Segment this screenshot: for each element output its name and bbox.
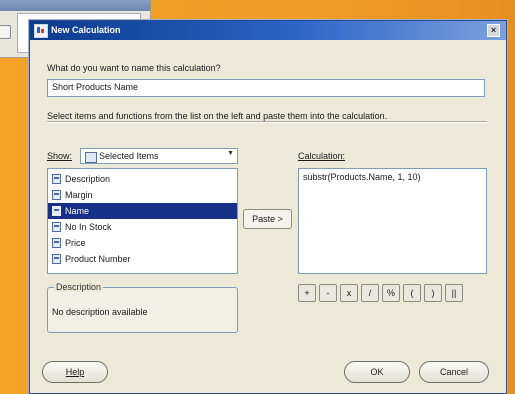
description-text: No description available [52, 307, 148, 317]
item-icon [52, 174, 61, 184]
dialog-title: New Calculation [51, 25, 121, 35]
calculation-textarea[interactable]: substr(Products.Name, 1, 10) [298, 168, 487, 274]
new-calculation-dialog: New Calculation × What do you want to na… [29, 20, 507, 394]
list-item[interactable]: Price [48, 235, 237, 251]
chevron-down-icon[interactable]: ▼ [227, 150, 234, 157]
item-icon [52, 190, 61, 200]
item-icon [52, 222, 61, 232]
list-item[interactable]: Margin [48, 187, 237, 203]
operator-button[interactable]: ) [424, 284, 442, 302]
operator-button[interactable]: || [445, 284, 463, 302]
help-button[interactable]: Help [42, 361, 108, 383]
calculation-label: Calculation: [298, 151, 346, 161]
list-item-label: No In Stock [65, 222, 112, 232]
background-window-button [0, 25, 11, 39]
operator-button[interactable]: + [298, 284, 316, 302]
list-item[interactable]: Product Number [48, 251, 237, 267]
item-icon [52, 206, 61, 216]
description-group: Description No description available [47, 282, 238, 333]
item-icon [52, 238, 61, 248]
show-dropdown-value: Selected Items [99, 151, 159, 161]
divider [47, 121, 487, 123]
operator-button[interactable]: - [319, 284, 337, 302]
list-item-label: Description [65, 174, 111, 184]
items-list[interactable]: Description Margin Name No In Stock Price Pro… [47, 168, 238, 274]
operator-button[interactable]: / [361, 284, 379, 302]
instructions-text: Select items and functions from the list… [47, 111, 388, 121]
calculation-name-input[interactable]: Short Products Name [47, 79, 485, 97]
dialog-titlebar: New Calculation × [30, 21, 506, 40]
show-dropdown[interactable]: Selected Items ▼ [80, 148, 238, 164]
background-window-titlebar [0, 0, 150, 11]
description-legend: Description [54, 282, 104, 292]
folder-icon [85, 152, 97, 163]
list-item-label: Product Number [65, 254, 131, 264]
operator-button[interactable]: x [340, 284, 358, 302]
list-item-label: Price [65, 238, 86, 248]
close-icon[interactable]: × [487, 24, 500, 37]
list-item[interactable]: Description [48, 171, 237, 187]
list-item-label: Name [65, 206, 90, 216]
list-item[interactable]: Name [48, 203, 237, 219]
ok-button[interactable]: OK [344, 361, 410, 383]
paste-button[interactable]: Paste > [243, 209, 292, 229]
list-item[interactable]: No In Stock [48, 219, 237, 235]
calculation-icon [34, 24, 48, 38]
cancel-button[interactable]: Cancel [419, 361, 489, 383]
name-prompt: What do you want to name this calculatio… [47, 63, 221, 73]
operator-button[interactable]: ( [403, 284, 421, 302]
show-label: Show: [47, 151, 73, 161]
list-item-label: Margin [65, 190, 93, 200]
help-button-label: Help [65, 367, 85, 377]
item-icon [52, 254, 61, 264]
operator-button[interactable]: % [382, 284, 400, 302]
